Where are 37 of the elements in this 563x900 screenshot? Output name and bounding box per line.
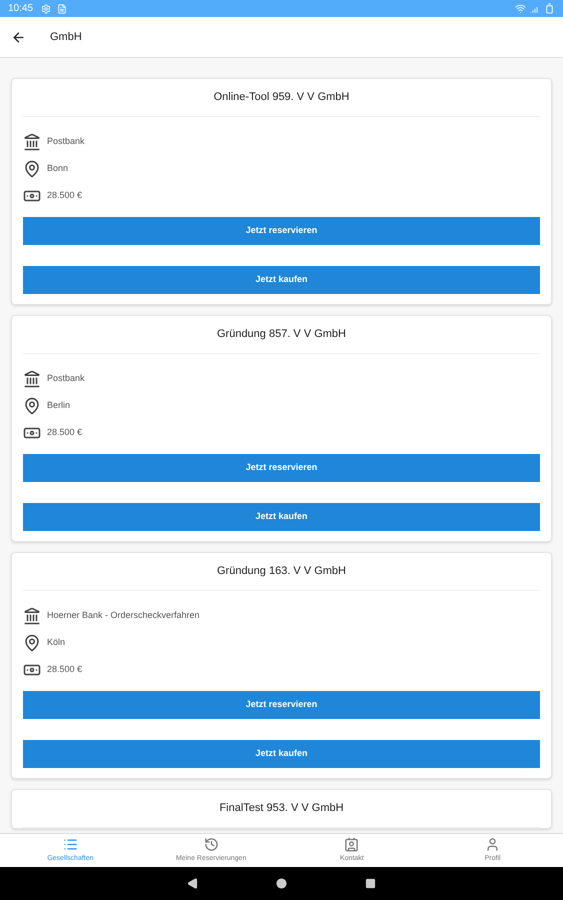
contact-card-icon — [344, 836, 360, 852]
wifi-icon — [515, 3, 526, 14]
bank-icon — [23, 132, 41, 150]
bank-icon — [23, 606, 41, 624]
reserve-button[interactable]: Jetzt reservieren — [23, 691, 540, 719]
detail-text: Hoerner Bank - Orderscheckverfahren — [47, 608, 200, 622]
settings-icon — [41, 4, 52, 14]
detail-text: Berlin — [47, 398, 70, 412]
detail-text: Bonn — [47, 162, 68, 175]
back-icon[interactable] — [187, 878, 198, 889]
page-title: GmbH — [50, 30, 82, 45]
buy-button[interactable]: Jetzt kaufen — [23, 266, 540, 294]
detail-text: Postbank — [47, 372, 85, 385]
list-icon — [62, 836, 78, 852]
detail-text: 28.500 € — [47, 188, 82, 202]
location-pin-icon — [23, 634, 41, 652]
company-title: Gründung 163. V V GmbH — [216, 564, 346, 580]
reserve-button[interactable]: Jetzt reservieren — [23, 217, 540, 245]
location-pin-icon — [23, 396, 41, 414]
recents-icon[interactable] — [365, 878, 376, 889]
reserve-button[interactable]: Jetzt reservieren — [23, 454, 540, 482]
detail-text: 28.500 € — [47, 426, 82, 439]
company-title: FinalTest 953. V V GmbH — [219, 801, 344, 816]
status-time: 10:45 — [8, 2, 34, 16]
battery-icon — [544, 3, 555, 14]
detail-text: Köln — [47, 636, 66, 649]
buy-button[interactable]: Jetzt kaufen — [23, 503, 540, 531]
detail-text: 28.500 € — [47, 662, 82, 676]
company-title: Gründung 857. V V GmbH — [216, 327, 346, 342]
bank-icon — [23, 370, 41, 388]
company-title: Online-Tool 959. V V GmbH — [214, 90, 350, 106]
detail-text: Postbank — [47, 134, 85, 148]
buy-button[interactable]: Jetzt kaufen — [23, 740, 540, 768]
history-icon — [204, 836, 219, 852]
location-pin-icon — [23, 160, 41, 178]
home-icon[interactable] — [276, 878, 287, 889]
person-icon — [485, 836, 500, 852]
